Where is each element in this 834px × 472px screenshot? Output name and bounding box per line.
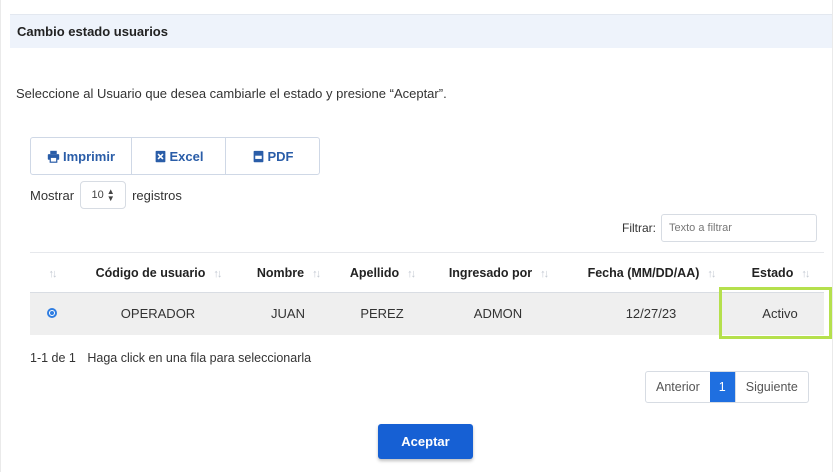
cell-codigo: OPERADOR (120, 306, 196, 322)
sort-icon: ↑↓ (540, 267, 549, 280)
pagination: Anterior 1 Siguiente (645, 371, 809, 403)
instructions-text: Seleccione al Usuario que desea cambiarl… (16, 86, 447, 101)
filter-label: Filtrar: (622, 221, 656, 235)
col-estado-header[interactable]: Estado ↑↓ (736, 253, 824, 293)
length-menu-suffix: registros (132, 187, 182, 203)
pdf-button-label: PDF (267, 148, 294, 164)
col-nombre-header[interactable]: Nombre ↑↓ (242, 253, 334, 293)
col-select-header[interactable]: ↑↓ (30, 253, 74, 293)
sort-icon: ↑↓ (48, 267, 58, 280)
print-button[interactable]: Imprimir (31, 138, 132, 174)
sort-icon: ↑↓ (407, 267, 416, 280)
sort-icon: ↑↓ (801, 267, 810, 280)
users-table-container: ↑↓ Código de usuario ↑↓ Nombre ↑↓ Apellido… (30, 252, 824, 335)
user-status-panel: Cambio estado usuarios Seleccione al Usu… (0, 0, 834, 472)
excel-file-icon (155, 150, 165, 162)
panel-left-border (0, 0, 1, 472)
export-button-group: Imprimir Excel PDF (30, 137, 320, 175)
length-menu: Mostrar 10 ▲ ▼ registros (30, 181, 182, 209)
col-apellido-header[interactable]: Apellido ↑↓ (334, 253, 430, 293)
print-button-label: Imprimir (62, 148, 115, 164)
pdf-file-icon (253, 150, 263, 162)
sort-icon: ↑↓ (312, 267, 321, 280)
select-caret-icon: ▲ ▼ (106, 187, 115, 203)
table-info: 1-1 de 1 Haga click en una fila para sel… (30, 351, 311, 365)
accept-button[interactable]: Aceptar (378, 424, 473, 459)
sort-icon: ↑↓ (707, 267, 716, 280)
panel-title: Cambio estado usuarios (10, 14, 832, 48)
table-info-hint: Haga click en una fila para seleccionarl… (87, 351, 312, 365)
panel-right-border (832, 0, 833, 472)
cell-ingresado-por: ADMON (473, 306, 523, 322)
cell-apellido: PEREZ (360, 306, 404, 322)
row-radio-button[interactable] (47, 308, 57, 319)
page-length-select[interactable]: 10 ▲ ▼ (80, 181, 127, 209)
cell-fecha: 12/27/23 (625, 306, 677, 322)
length-menu-prefix: Mostrar (30, 187, 75, 203)
col-fecha-header[interactable]: Fecha (MM/DD/AA) ↑↓ (566, 253, 736, 293)
filter-box: Filtrar: (622, 214, 817, 242)
table-row[interactable]: OPERADOR JUAN PEREZ ADMON 12/27/23 Activ… (30, 292, 824, 335)
printer-icon (47, 150, 60, 163)
excel-button-label: Excel (169, 148, 204, 164)
filter-input[interactable] (661, 214, 817, 242)
users-table: ↑↓ Código de usuario ↑↓ Nombre ↑↓ Apellido… (30, 252, 824, 335)
cell-nombre: JUAN (271, 306, 305, 322)
table-header-row: ↑↓ Código de usuario ↑↓ Nombre ↑↓ Apellido… (30, 252, 824, 293)
pagination-previous[interactable]: Anterior (646, 372, 710, 402)
page-length-value: 10 (91, 189, 104, 201)
excel-button[interactable]: Excel (132, 138, 226, 174)
row-select-cell[interactable] (30, 293, 74, 335)
sort-icon: ↑↓ (213, 267, 222, 280)
col-ingresado-header[interactable]: Ingresado por ↑↓ (430, 253, 566, 293)
pagination-next[interactable]: Siguiente (734, 372, 808, 402)
pdf-button[interactable]: PDF (226, 138, 319, 174)
table-info-range: 1-1 de 1 (30, 351, 76, 365)
col-codigo-header[interactable]: Código de usuario ↑↓ (74, 253, 242, 293)
cell-estado: Activo (762, 306, 798, 322)
pagination-page-1[interactable]: 1 (709, 372, 735, 402)
